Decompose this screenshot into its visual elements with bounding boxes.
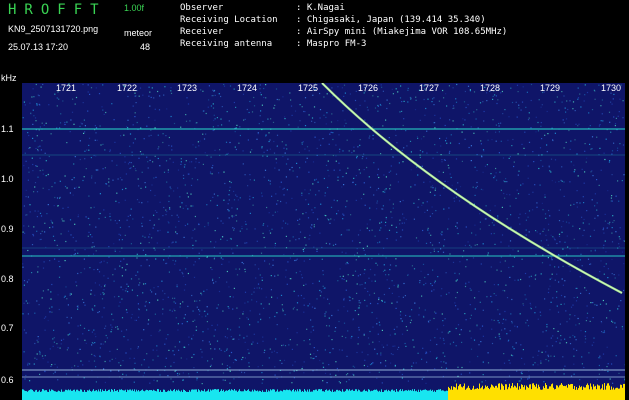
date-time: 25.07.13 17:20 bbox=[8, 42, 69, 52]
spectrogram-background bbox=[22, 83, 625, 400]
x-tick-label: 1730 bbox=[601, 83, 622, 93]
observer-label: Observer bbox=[180, 3, 224, 13]
file-name: KN9_2507131720.png bbox=[8, 24, 99, 34]
x-tick-label: 1722 bbox=[117, 83, 138, 93]
y-tick-label: 0.8 bbox=[1, 274, 14, 284]
y-tick-label: 0.6 bbox=[1, 375, 14, 385]
x-tick-label: 1726 bbox=[358, 83, 379, 93]
antenna-label: Receiving antenna bbox=[180, 39, 273, 49]
y-tick-label: 1.0 bbox=[1, 174, 14, 184]
spectrogram-plot bbox=[22, 82, 626, 400]
version-label: 1.00f bbox=[124, 3, 145, 13]
location-label: Receiving Location bbox=[180, 15, 278, 25]
receiver-value: : AirSpy mini (Miakejima VOR 108.65MHz) bbox=[296, 27, 508, 37]
app-logo: HROFFT bbox=[8, 2, 107, 18]
x-tick-label: 1725 bbox=[298, 83, 319, 93]
y-tick-label: 0.9 bbox=[1, 224, 14, 234]
spectrogram-display[interactable] bbox=[22, 82, 626, 400]
hrofft-window: HROFFT 1.00f KN9_2507131720.png meteor 2… bbox=[0, 0, 629, 400]
y-tick-label: 0.7 bbox=[1, 323, 14, 333]
antenna-value: : Maspro FM-3 bbox=[296, 39, 367, 49]
detection-count: 48 bbox=[140, 42, 151, 52]
receiver-label: Receiver bbox=[180, 27, 224, 37]
x-tick-label: 1727 bbox=[419, 83, 440, 93]
x-tick-label: 1724 bbox=[237, 83, 258, 93]
x-tick-label: 1728 bbox=[480, 83, 501, 93]
observer-value: : K.Nagai bbox=[296, 3, 345, 13]
y-tick-label: 1.1 bbox=[1, 124, 14, 134]
x-tick-label: 1723 bbox=[177, 83, 198, 93]
x-tick-label: 1729 bbox=[540, 83, 561, 93]
x-tick-label: 1721 bbox=[56, 83, 77, 93]
unit-label: kHz bbox=[1, 73, 17, 83]
location-value: : Chigasaki, Japan (139.414 35.340) bbox=[296, 15, 486, 25]
mode-label: meteor bbox=[124, 28, 153, 38]
